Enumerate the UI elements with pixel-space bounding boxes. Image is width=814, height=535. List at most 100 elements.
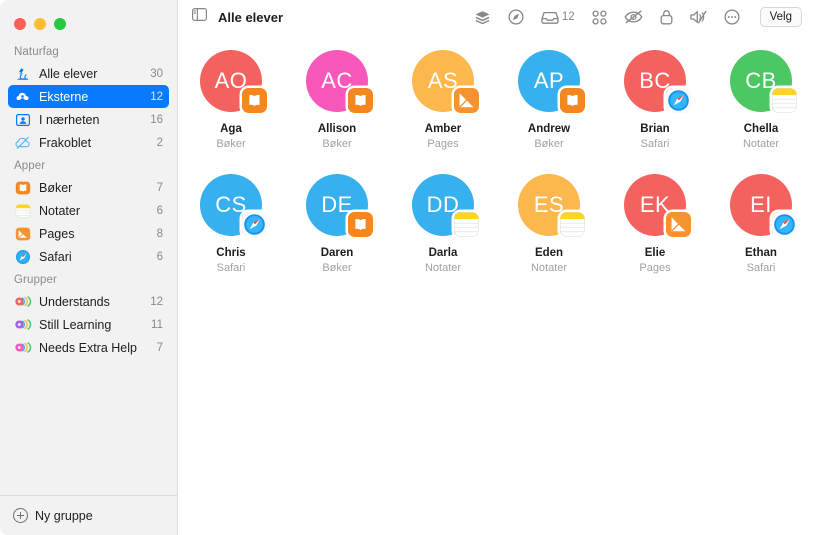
student-card[interactable]: DD Darla Notater	[393, 174, 493, 298]
avatar: AC	[306, 50, 373, 113]
compass-icon[interactable]	[508, 9, 524, 25]
student-card[interactable]: ES Eden Notater	[499, 174, 599, 298]
sidebar-item-eksterne[interactable]: Eksterne 12	[8, 85, 169, 108]
student-name: Chella	[743, 123, 779, 135]
avatar: CS	[200, 174, 267, 237]
student-app-label: Bøker	[534, 138, 564, 150]
sidebar-item-frakoblet[interactable]: Frakoblet 2	[8, 131, 169, 154]
student-name: Elie	[644, 247, 666, 259]
sidebar-item-b-ker[interactable]: Bøker 7	[8, 176, 169, 199]
sidebar-item-i-n-rheten[interactable]: I nærheten 16	[8, 108, 169, 131]
grid-icon[interactable]	[592, 9, 607, 25]
safari-badge-icon	[772, 212, 797, 237]
toolbar: Alle elever 12 Velg	[178, 0, 814, 34]
sidebar-item-label: Safari	[39, 249, 72, 264]
student-app-label: Pages	[427, 138, 459, 150]
sidebar: Naturfag Alle elever 30 Eksterne 12 I nærhete…	[0, 0, 178, 535]
layers-icon[interactable]	[474, 10, 491, 25]
student-app-label: Pages	[639, 262, 671, 274]
sidebar-item-needs-extra-help[interactable]: Needs Extra Help 7	[8, 336, 169, 359]
page-title: Alle elever	[218, 9, 284, 25]
sidebar-item-label: Still Learning	[39, 317, 112, 332]
books-badge-icon	[242, 88, 267, 113]
sidebar-item-count: 7	[156, 341, 163, 354]
student-app-label: Safari	[640, 138, 670, 150]
avatar: DE	[306, 174, 373, 237]
sidebar-item-count: 12	[150, 295, 163, 308]
student-name: Eden	[534, 247, 564, 259]
student-app-label: Safari	[746, 262, 776, 274]
notes-badge-icon	[560, 212, 585, 237]
student-card[interactable]: EK Elie Pages	[605, 174, 705, 298]
cloud-slash-icon	[14, 134, 32, 152]
student-card[interactable]: AS Amber Pages	[393, 50, 493, 174]
student-name: Allison	[317, 123, 357, 135]
student-card[interactable]: BC Brian Safari	[605, 50, 705, 174]
zoom-button[interactable]	[54, 17, 66, 30]
sidebar-item-label: Notater	[39, 203, 80, 218]
student-app-label: Bøker	[322, 138, 352, 150]
avatar: CB	[730, 50, 797, 113]
student-card[interactable]: AP Andrew Bøker	[499, 50, 599, 174]
app-window: Naturfag Alle elever 30 Eksterne 12 I nærhete…	[0, 0, 814, 535]
group-purple-icon	[14, 316, 32, 334]
sidebar-section-header: Apper	[14, 160, 46, 172]
window-controls	[0, 0, 177, 34]
student-card[interactable]: DE Daren Bøker	[287, 174, 387, 298]
student-card[interactable]: CS Chris Safari	[181, 174, 281, 298]
new-group-label: Ny gruppe	[35, 508, 93, 523]
eye-slash-icon[interactable]	[624, 10, 643, 24]
sidebar-item-pages[interactable]: Pages 8	[8, 222, 169, 245]
student-name: Ethan	[745, 247, 777, 259]
microscope-icon	[14, 65, 32, 83]
sidebar-item-label: Frakoblet	[39, 135, 92, 150]
group-pink-icon	[14, 339, 32, 357]
student-card[interactable]: CB Chella Notater	[711, 50, 811, 174]
lock-icon[interactable]	[660, 9, 673, 25]
safari-app-icon	[14, 248, 32, 266]
student-name: Brian	[640, 123, 670, 135]
select-button[interactable]: Velg	[759, 7, 802, 27]
sidebar-item-alle-elever[interactable]: Alle elever 30	[8, 62, 169, 85]
student-name: Darla	[428, 247, 458, 259]
safari-badge-icon	[242, 212, 267, 237]
group-red-icon	[14, 293, 32, 311]
sidebar-item-still-learning[interactable]: Still Learning 11	[8, 313, 169, 336]
avatar: EK	[624, 174, 691, 237]
sidebar-item-label: Eksterne	[39, 89, 89, 104]
minimize-button[interactable]	[34, 17, 46, 30]
sidebar-item-safari[interactable]: Safari 6	[8, 245, 169, 268]
sidebar-item-notater[interactable]: Notater 6	[8, 199, 169, 222]
student-app-label: Bøker	[322, 262, 352, 274]
close-button[interactable]	[14, 17, 26, 30]
student-card[interactable]: EI Ethan Safari	[711, 174, 811, 298]
sidebar-item-understands[interactable]: Understands 12	[8, 290, 169, 313]
plus-circle-icon	[13, 508, 28, 523]
pages-app-icon	[14, 225, 32, 243]
student-card[interactable]: AC Allison Bøker	[287, 50, 387, 174]
inbox-icon[interactable]: 12	[541, 10, 575, 25]
student-app-label: Safari	[216, 262, 246, 274]
inbox-count: 12	[561, 11, 575, 23]
speaker-mute-icon[interactable]	[689, 10, 707, 24]
sidebar-item-count: 8	[156, 227, 163, 240]
sidebar-item-count: 7	[156, 181, 163, 194]
avatar: EI	[730, 174, 797, 237]
sidebar-icon[interactable]	[192, 8, 208, 26]
pages-badge-icon	[666, 212, 691, 237]
student-name: Aga	[220, 123, 242, 135]
student-app-label: Bøker	[216, 138, 246, 150]
sidebar-item-count: 6	[156, 250, 163, 263]
student-name: Chris	[216, 247, 246, 259]
student-name: Amber	[424, 123, 462, 135]
sidebar-item-count: 6	[156, 204, 163, 217]
sidebar-item-count: 12	[150, 90, 163, 103]
student-card[interactable]: AO Aga Bøker	[181, 50, 281, 174]
notes-badge-icon	[454, 212, 479, 237]
sidebar-section-header: Naturfag	[14, 46, 59, 58]
new-group-button[interactable]: Ny gruppe	[0, 495, 177, 535]
pages-badge-icon	[454, 88, 479, 113]
books-app-icon	[14, 179, 32, 197]
sidebar-item-label: Needs Extra Help	[39, 340, 137, 355]
more-icon[interactable]	[724, 9, 740, 25]
